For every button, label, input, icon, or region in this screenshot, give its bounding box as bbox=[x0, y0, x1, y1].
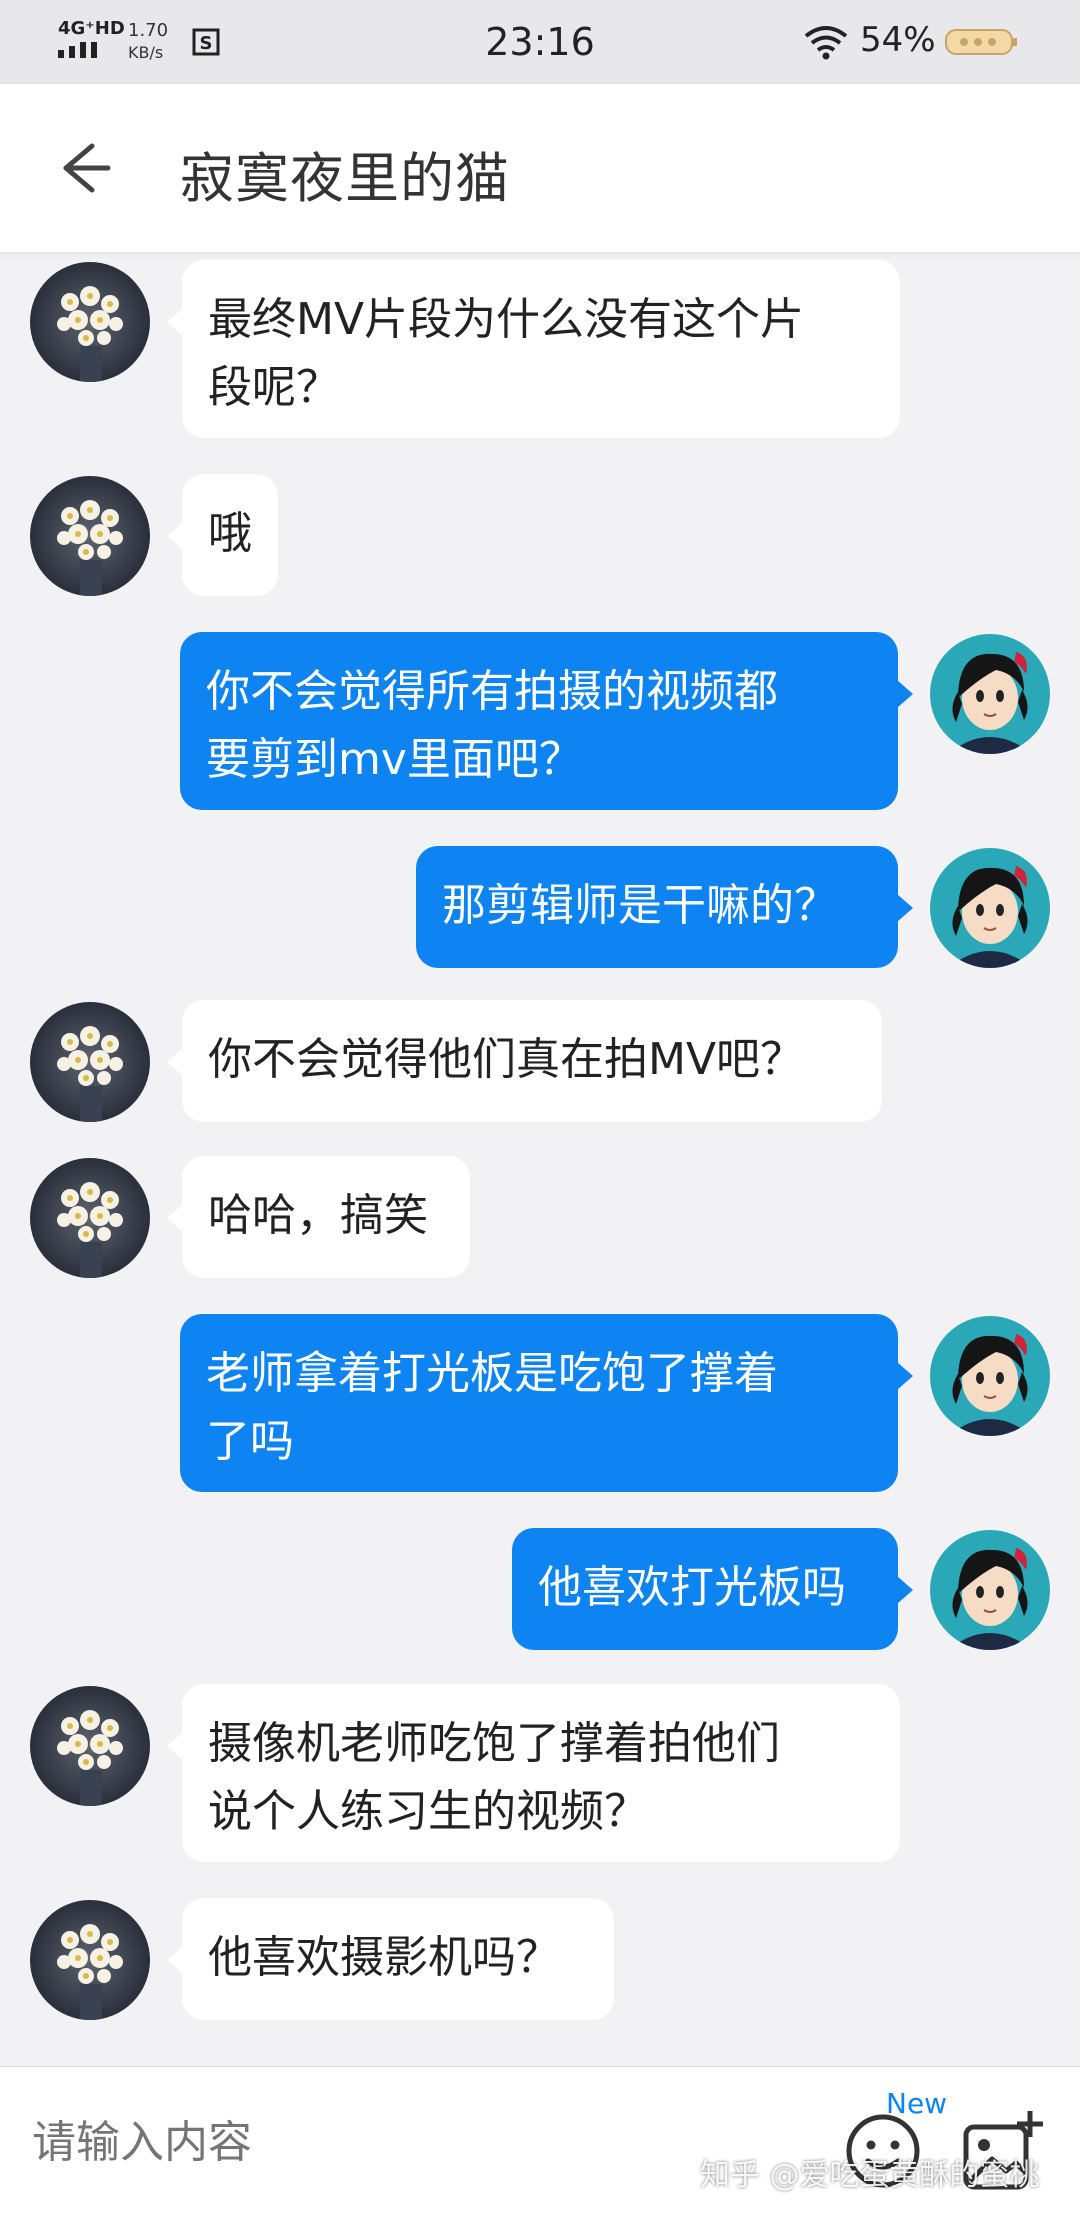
my-avatar[interactable] bbox=[930, 634, 1050, 754]
chat-title: 寂寞夜里的猫 bbox=[180, 147, 510, 210]
bubble-tail bbox=[897, 680, 913, 708]
bubble-tail bbox=[167, 1204, 183, 1232]
bubble-tail bbox=[897, 1576, 913, 1604]
back-arrow-icon[interactable] bbox=[52, 136, 116, 200]
contact-avatar[interactable] bbox=[30, 1686, 150, 1806]
message-input[interactable] bbox=[30, 2111, 794, 2173]
message-bubble[interactable]: 哦 bbox=[182, 474, 278, 596]
watermark: 知乎 @爱吃蛋黄酥的蜜桃 bbox=[700, 2158, 1040, 2193]
my-avatar[interactable] bbox=[930, 1316, 1050, 1436]
bubble-tail bbox=[167, 1048, 183, 1076]
contact-avatar[interactable] bbox=[30, 262, 150, 382]
message-bubble[interactable]: 他喜欢打光板吗 bbox=[512, 1528, 898, 1650]
bubble-tail bbox=[167, 1946, 183, 1974]
message-bubble[interactable]: 老师拿着打光板是吃饱了撑着 了吗 bbox=[180, 1314, 898, 1492]
my-avatar[interactable] bbox=[930, 848, 1050, 968]
message-bubble[interactable]: 摄像机老师吃饱了撑着拍他们 说个人练习生的视频？ bbox=[182, 1684, 900, 1862]
message-bubble[interactable]: 哈哈，搞笑 bbox=[182, 1156, 470, 1278]
battery-icon bbox=[945, 29, 1017, 55]
my-avatar[interactable] bbox=[930, 1530, 1050, 1650]
wifi-icon bbox=[804, 26, 848, 60]
contact-avatar[interactable] bbox=[30, 1158, 150, 1278]
contact-avatar[interactable] bbox=[30, 476, 150, 596]
chat-header: 寂寞夜里的猫 bbox=[0, 84, 1080, 252]
message-bubble[interactable]: 他喜欢摄影机吗？ bbox=[182, 1898, 614, 2020]
contact-avatar[interactable] bbox=[30, 1900, 150, 2020]
message-bubble[interactable]: 你不会觉得所有拍摄的视频都 要剪到mv里面吧？ bbox=[180, 632, 898, 810]
bubble-tail bbox=[897, 1362, 913, 1390]
contact-avatar[interactable] bbox=[30, 1002, 150, 1122]
battery-percent: 54% bbox=[860, 20, 936, 60]
status-bar: 4G⁺HD 1.70 KB/s S 23:16 54% bbox=[0, 0, 1080, 84]
bubble-tail bbox=[167, 522, 183, 550]
bubble-tail bbox=[167, 1732, 183, 1760]
message-bubble[interactable]: 最终MV片段为什么没有这个片 段呢？ bbox=[182, 260, 900, 438]
message-bubble[interactable]: 那剪辑师是干嘛的？ bbox=[416, 846, 898, 968]
message-bubble[interactable]: 你不会觉得他们真在拍MV吧？ bbox=[182, 1000, 882, 1122]
new-badge: New bbox=[886, 2087, 948, 2120]
bubble-tail bbox=[897, 894, 913, 922]
bubble-tail bbox=[167, 308, 183, 336]
